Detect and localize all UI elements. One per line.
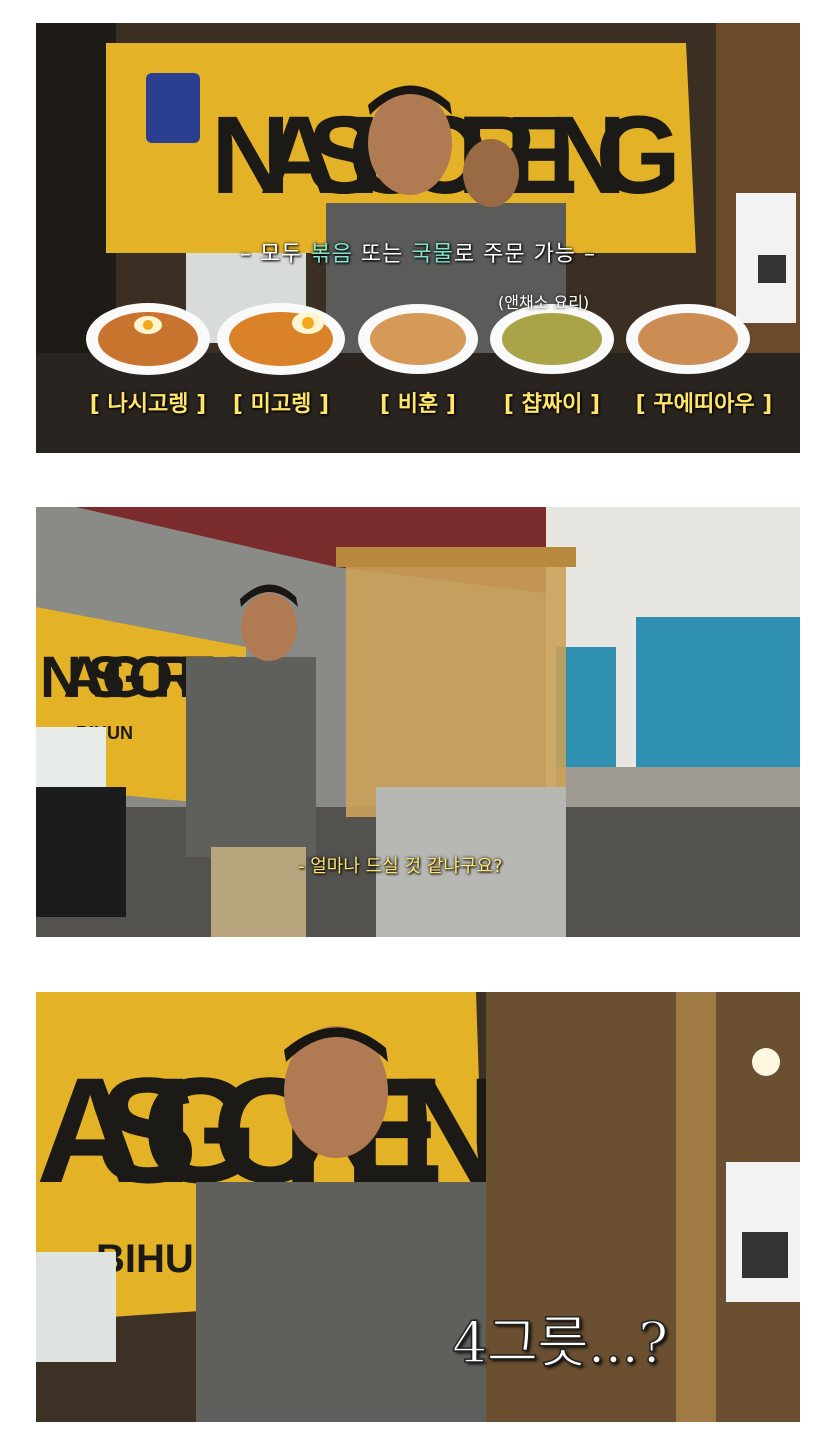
- person-shirt: [196, 1182, 486, 1422]
- caption-bowls: 4그릇...?: [451, 1310, 669, 1377]
- subtitle: - 얼마나 드실 것 같냐구요?: [298, 856, 503, 877]
- person-face: [241, 593, 297, 661]
- shutter-door: [636, 617, 800, 767]
- dish-label-mie-goreng: [ 미고렝 ]: [232, 392, 330, 417]
- banner-logo: [146, 73, 200, 143]
- video-frame-3: ASI GOREN BIHUN 4그릇...?: [36, 992, 800, 1422]
- order-options-caption: – 모두 볶음 또는 국물로 주문 가능 –: [239, 242, 597, 267]
- veg-note: (앤채소 요리): [498, 293, 590, 312]
- video-frame-2: NASI GOREN BIHUN - 얼마나 드실 것 같냐구요?: [36, 507, 800, 937]
- dish-plate-3: [358, 304, 478, 374]
- dish-plate-1: [86, 303, 210, 375]
- dish-plate-4: [490, 304, 614, 374]
- dish-label-kwetiau: [ 꾸에띠아우 ]: [635, 392, 773, 417]
- video-frame-1: NASI GORENG – 모두 볶음 또는 국물로 주문 가능 – (앤채소 …: [36, 23, 800, 453]
- stall-scene-3: ASI GOREN BIHUN: [36, 992, 800, 1422]
- food-cart: [346, 567, 566, 817]
- person-face: [368, 91, 452, 195]
- dish-plate-2: [217, 303, 345, 375]
- person-shirt: [186, 657, 316, 857]
- dish-plate-5: [626, 304, 750, 374]
